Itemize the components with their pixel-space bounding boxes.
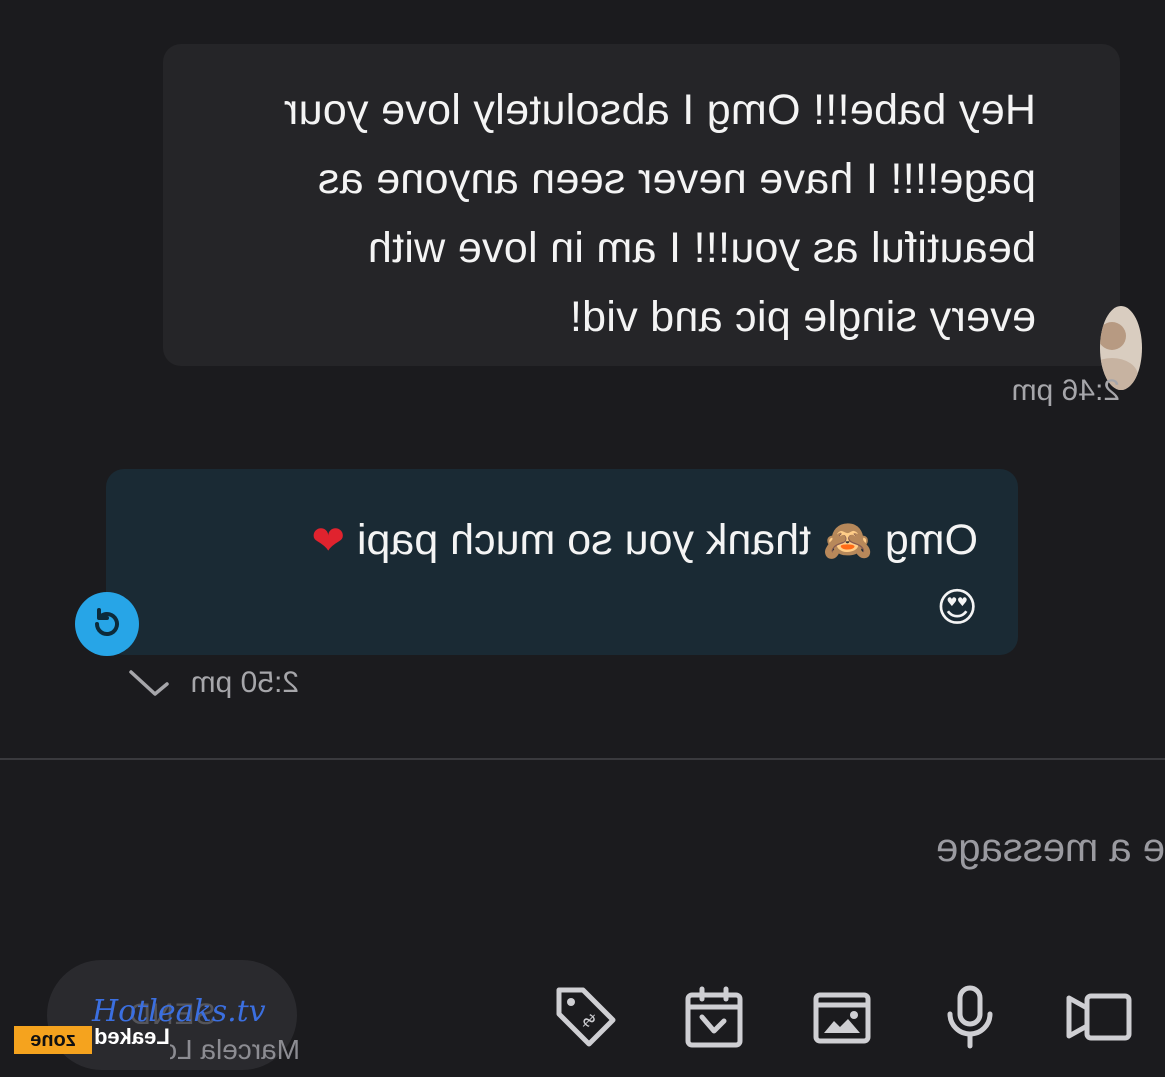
video-button[interactable] [1061,984,1135,1050]
heart-emoji: ❤ [311,518,345,564]
schedule-button[interactable] [677,984,751,1050]
outgoing-message-bubble: Omg 🙈 thank you so much papi ❤ 😍 [106,469,1018,655]
message-line: every single pic and vid! [569,293,1036,341]
chat-view: Hey babe!!! Omg I absolutely love your p… [0,0,1165,1077]
message-timestamp: 2:50 pm [190,666,299,699]
price-tag-icon: $ [556,987,616,1047]
image-button[interactable] [805,984,879,1050]
microphone-button[interactable] [933,984,1007,1050]
composer-toolbar: $ [549,984,1135,1050]
message-meta: 2:50 pm [127,666,299,700]
message-input[interactable]: e a message [936,826,1165,871]
message-text: Omg [884,516,978,564]
reply-button[interactable] [75,592,139,656]
message-timestamp: 2:46 pm [1011,374,1120,407]
microphone-icon [947,985,993,1049]
message-line: Omg 🙈 thank you so much papi ❤ [142,507,978,574]
heart-eyes-emoji: 😍 [936,585,978,631]
watermark-creator-name: Marcela Lobo [170,1034,300,1065]
message-line: page!!!! I have never seen anyone as [317,155,1036,203]
message-line: beautiful as you!!! I am in love with [367,224,1036,272]
message-line: 😍 [142,574,978,641]
incoming-message-bubble: Hey babe!!! Omg I absolutely love your p… [163,44,1142,390]
see-no-evil-monkey-emoji: 🙈 [823,518,873,564]
watermark-brand: Hotleaks.tv [92,994,266,1029]
message-line: Hey babe!!! Omg I absolutely love your [283,86,1036,134]
price-button[interactable]: $ [549,984,623,1050]
watermark-zone: zone [14,1026,92,1054]
svg-text:$: $ [577,1009,600,1032]
video-icon [1066,993,1132,1041]
message-text: thank you so much papi [356,516,812,564]
divider [0,758,1165,760]
checkmark-icon [128,670,169,696]
rotate-arrow-icon [95,608,119,636]
calendar-icon [685,986,743,1048]
image-icon [813,992,871,1044]
